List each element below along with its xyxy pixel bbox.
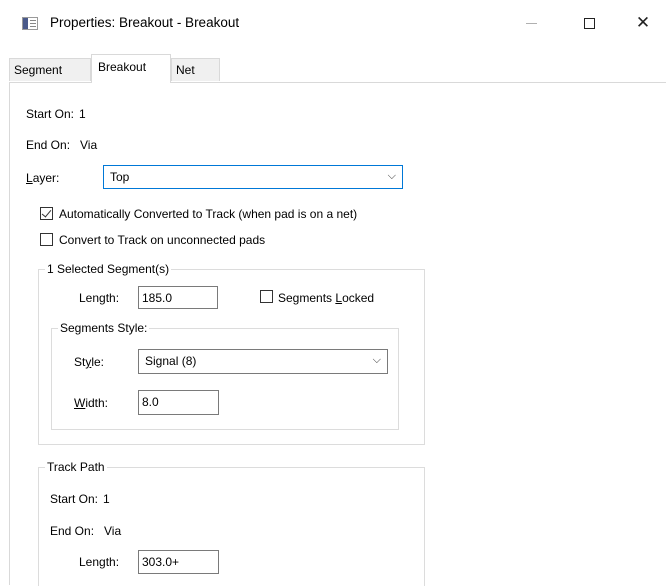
tab-strip: Segment Breakout Net bbox=[9, 54, 666, 83]
close-icon: ✕ bbox=[635, 13, 651, 32]
segments-locked-label: Segments Locked bbox=[278, 291, 374, 305]
style-select[interactable]: Signal (8) ⌵ bbox=[138, 349, 388, 374]
window-icon bbox=[22, 17, 38, 30]
segments-locked-checkbox[interactable] bbox=[260, 290, 273, 303]
convert-unconnected-label: Convert to Track on unconnected pads bbox=[59, 233, 266, 247]
segments-locked-text-pre: Segments bbox=[278, 291, 336, 305]
width-input[interactable]: 8.0 bbox=[138, 390, 219, 415]
minimize-button[interactable] bbox=[508, 0, 554, 46]
end-on-value: Via bbox=[80, 138, 98, 152]
maximize-icon bbox=[583, 17, 595, 29]
width-label-text: idth: bbox=[85, 396, 109, 410]
tab-breakout[interactable]: Breakout bbox=[91, 54, 171, 83]
tab-net[interactable]: Net bbox=[171, 58, 220, 81]
segments-style-group: Segments Style: Style: Signal (8) ⌵ Widt… bbox=[51, 321, 399, 430]
close-button[interactable]: ✕ bbox=[620, 0, 666, 46]
layer-label: Layer: bbox=[26, 171, 59, 185]
style-select-value: Signal (8) bbox=[145, 354, 197, 368]
layer-label-text: ayer: bbox=[32, 171, 60, 185]
width-label-mnemonic: W bbox=[74, 396, 86, 410]
track-end-on-label: End On: bbox=[50, 524, 95, 538]
auto-convert-checkbox[interactable] bbox=[40, 207, 53, 220]
convert-unconnected-checkbox[interactable] bbox=[40, 233, 53, 246]
segment-length-input[interactable]: 185.0 bbox=[138, 286, 218, 309]
chevron-down-icon: ⌵ bbox=[372, 354, 381, 366]
segments-locked-text-post: ocked bbox=[342, 291, 375, 305]
chevron-down-icon: ⌵ bbox=[387, 170, 396, 182]
segment-length-label: Length: bbox=[79, 291, 120, 305]
breakout-panel: Start On: 1 End On: Via Layer: Top ⌵ Aut… bbox=[9, 82, 666, 586]
end-on-label: End On: bbox=[26, 138, 71, 152]
style-label-pre: St bbox=[74, 355, 86, 369]
start-on-label: Start On: bbox=[26, 107, 75, 121]
track-length-label: Length: bbox=[79, 555, 120, 569]
layer-select-value: Top bbox=[110, 170, 130, 184]
style-label: Style: bbox=[74, 355, 104, 369]
track-length-input[interactable]: 303.0+ bbox=[138, 550, 219, 574]
start-on-value: 1 bbox=[79, 107, 86, 121]
maximize-button[interactable] bbox=[566, 0, 612, 46]
style-label-post: le: bbox=[91, 355, 105, 369]
track-path-group: Track Path Start On: 1 End On: Via Lengt… bbox=[38, 460, 425, 586]
track-start-on-label: Start On: bbox=[50, 492, 99, 506]
selected-segments-title: 1 Selected Segment(s) bbox=[45, 262, 172, 276]
window-title: Properties: Breakout - Breakout bbox=[50, 15, 240, 30]
track-end-on-value: Via bbox=[104, 524, 122, 538]
title-bar: Properties: Breakout - Breakout ✕ bbox=[0, 0, 666, 46]
tab-segment[interactable]: Segment bbox=[9, 58, 91, 81]
auto-convert-label: Automatically Converted to Track (when p… bbox=[59, 207, 358, 221]
layer-label-mnemonic: L bbox=[26, 171, 33, 185]
segments-style-title: Segments Style: bbox=[58, 321, 150, 335]
selected-segments-group: 1 Selected Segment(s) Length: 185.0 Segm… bbox=[38, 262, 425, 445]
width-label: Width: bbox=[74, 396, 108, 410]
layer-select[interactable]: Top ⌵ bbox=[103, 165, 403, 189]
track-path-title: Track Path bbox=[45, 460, 107, 474]
track-start-on-value: 1 bbox=[103, 492, 110, 506]
minimize-icon bbox=[525, 22, 537, 24]
